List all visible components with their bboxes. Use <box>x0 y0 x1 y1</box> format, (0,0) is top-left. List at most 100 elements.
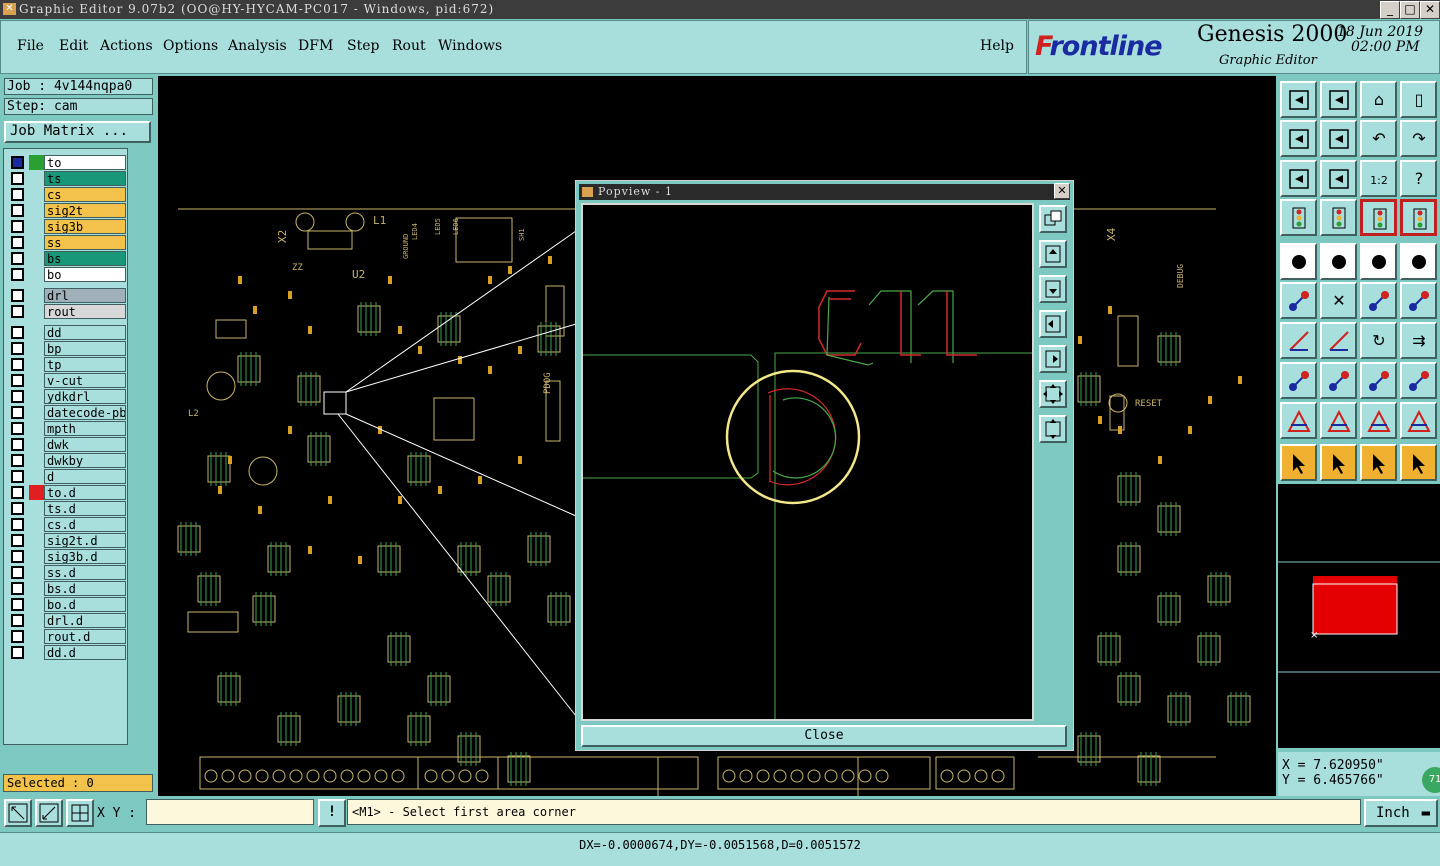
layer-scrollbar[interactable] <box>130 148 154 672</box>
menu-analysis[interactable]: Analysis <box>228 38 287 54</box>
zoom-area-icon[interactable] <box>4 799 32 827</box>
layer-row[interactable]: bs <box>7 251 128 266</box>
layer-row[interactable]: dd.d <box>7 645 128 660</box>
layer-row[interactable]: ss <box>7 235 128 250</box>
popview-close-x-button[interactable]: ✕ <box>1054 183 1070 199</box>
layer-row[interactable]: ts <box>7 171 128 186</box>
layer-name[interactable]: sig2t.d <box>44 533 126 548</box>
triangle-3-icon[interactable] <box>1360 402 1397 439</box>
layer-row[interactable]: to <box>7 155 128 170</box>
popview-pan-right-icon[interactable] <box>1039 345 1067 373</box>
layer-checkbox[interactable] <box>11 236 24 249</box>
undo-icon[interactable]: ↶ <box>1360 120 1397 157</box>
zoom-center-icon[interactable] <box>1320 160 1357 197</box>
ruler-icon[interactable] <box>1360 243 1397 280</box>
layer-row[interactable]: bp <box>7 341 128 356</box>
layer-row[interactable]: bo.d <box>7 597 128 612</box>
layer-name[interactable]: sig3b.d <box>44 549 126 564</box>
menu-dfm[interactable]: DFM <box>298 38 333 54</box>
layer-checkbox[interactable] <box>11 204 24 217</box>
job-matrix-button[interactable]: Job Matrix ... <box>4 121 151 143</box>
layer-name[interactable]: bo.d <box>44 597 126 612</box>
layer-name[interactable]: drl.d <box>44 613 126 628</box>
layer-checkbox[interactable] <box>11 470 24 483</box>
step-left-icon[interactable] <box>1280 120 1317 157</box>
layer-checkbox[interactable] <box>11 582 24 595</box>
layer-row[interactable]: dwk <box>7 437 128 452</box>
alert-button[interactable]: ! <box>318 799 346 827</box>
popview-vertical-fit-icon[interactable] <box>1039 415 1067 443</box>
layer-name[interactable]: bs <box>44 251 126 266</box>
popview-titlebar[interactable]: Popview - 1 <box>579 184 1070 200</box>
units-select[interactable]: Inch ▬ <box>1364 799 1438 827</box>
home-down-icon[interactable] <box>1320 81 1357 118</box>
xy-input[interactable] <box>146 799 314 825</box>
layer-name[interactable]: ts.d <box>44 501 126 516</box>
layer-row[interactable]: drl <box>7 288 128 303</box>
layer-row[interactable]: ts.d <box>7 501 128 516</box>
probe-icon[interactable] <box>1320 199 1357 236</box>
layer-name[interactable]: bs.d <box>44 581 126 596</box>
layer-name[interactable]: cs.d <box>44 517 126 532</box>
house-icon[interactable]: ⌂ <box>1360 81 1397 118</box>
scale-icon[interactable]: 1:2 <box>1360 160 1397 197</box>
menu-rout[interactable]: Rout <box>392 38 426 54</box>
route-2-icon[interactable] <box>1400 282 1437 319</box>
layer-toggle-2-icon[interactable] <box>1400 199 1437 236</box>
layer-name[interactable]: rout <box>44 304 126 319</box>
layer-name[interactable]: dd.d <box>44 645 126 660</box>
select-box-icon[interactable] <box>1320 444 1357 481</box>
menu-windows[interactable]: Windows <box>438 38 502 54</box>
group-icon[interactable] <box>1400 362 1437 399</box>
layer-row[interactable]: dd <box>7 325 128 340</box>
layer-name[interactable]: dwkby <box>44 453 126 468</box>
layer-name[interactable]: ydkdrl <box>44 389 126 404</box>
menu-file[interactable]: File <box>17 38 44 54</box>
layer-name[interactable]: drl <box>44 288 126 303</box>
layer-checkbox[interactable] <box>11 502 24 515</box>
layer-row[interactable]: rout <box>7 304 128 319</box>
cross-icon[interactable]: ✕ <box>1320 282 1357 319</box>
layer-row[interactable]: dwkby <box>7 453 128 468</box>
home-up-icon[interactable] <box>1280 81 1317 118</box>
text-icon[interactable]: ⇉ <box>1400 322 1437 359</box>
triangle-4-icon[interactable] <box>1400 402 1437 439</box>
layer-checkbox[interactable] <box>11 406 24 419</box>
layer-checkbox[interactable] <box>11 252 24 265</box>
triangle-2-icon[interactable] <box>1320 402 1357 439</box>
layer-checkbox[interactable] <box>11 374 24 387</box>
select-net-icon[interactable] <box>1400 444 1437 481</box>
layer-checkbox[interactable] <box>11 422 24 435</box>
layer-row[interactable]: ydkdrl <box>7 389 128 404</box>
layer-name[interactable]: rout.d <box>44 629 126 644</box>
layer-row[interactable]: cs.d <box>7 517 128 532</box>
menu-edit[interactable]: Edit <box>59 38 88 54</box>
maximize-button[interactable]: □ <box>1400 1 1420 19</box>
window-icon[interactable]: ▯ <box>1400 81 1437 118</box>
layer-checkbox[interactable] <box>11 550 24 563</box>
redo-icon[interactable]: ↷ <box>1400 120 1437 157</box>
layer-checkbox[interactable] <box>11 598 24 611</box>
layer-row[interactable]: drl.d <box>7 613 128 628</box>
layer-checkbox[interactable] <box>11 614 24 627</box>
layer-toggle-icon[interactable] <box>1360 199 1397 236</box>
layer-checkbox[interactable] <box>11 630 24 643</box>
layer-name[interactable]: ss <box>44 235 126 250</box>
step-right-icon[interactable] <box>1320 120 1357 157</box>
arc-icon[interactable]: ↻ <box>1360 322 1397 359</box>
layer-name[interactable]: d <box>44 469 126 484</box>
connect-icon[interactable] <box>1280 282 1317 319</box>
popview-tool-1[interactable] <box>1039 205 1067 233</box>
layer-checkbox[interactable] <box>11 289 24 302</box>
layer-checkbox[interactable] <box>11 566 24 579</box>
layer-checkbox[interactable] <box>11 454 24 467</box>
layer-row[interactable]: mpth <box>7 421 128 436</box>
menu-actions[interactable]: Actions <box>100 38 153 54</box>
measure-area-icon[interactable] <box>1360 362 1397 399</box>
layer-row[interactable]: v-cut <box>7 373 128 388</box>
layer-checkbox[interactable] <box>11 172 24 185</box>
layer-checkbox[interactable] <box>11 188 24 201</box>
popview-zoom-up-icon[interactable] <box>1039 240 1067 268</box>
layer-name[interactable]: sig3b <box>44 219 126 234</box>
layer-checkbox[interactable] <box>11 305 24 318</box>
